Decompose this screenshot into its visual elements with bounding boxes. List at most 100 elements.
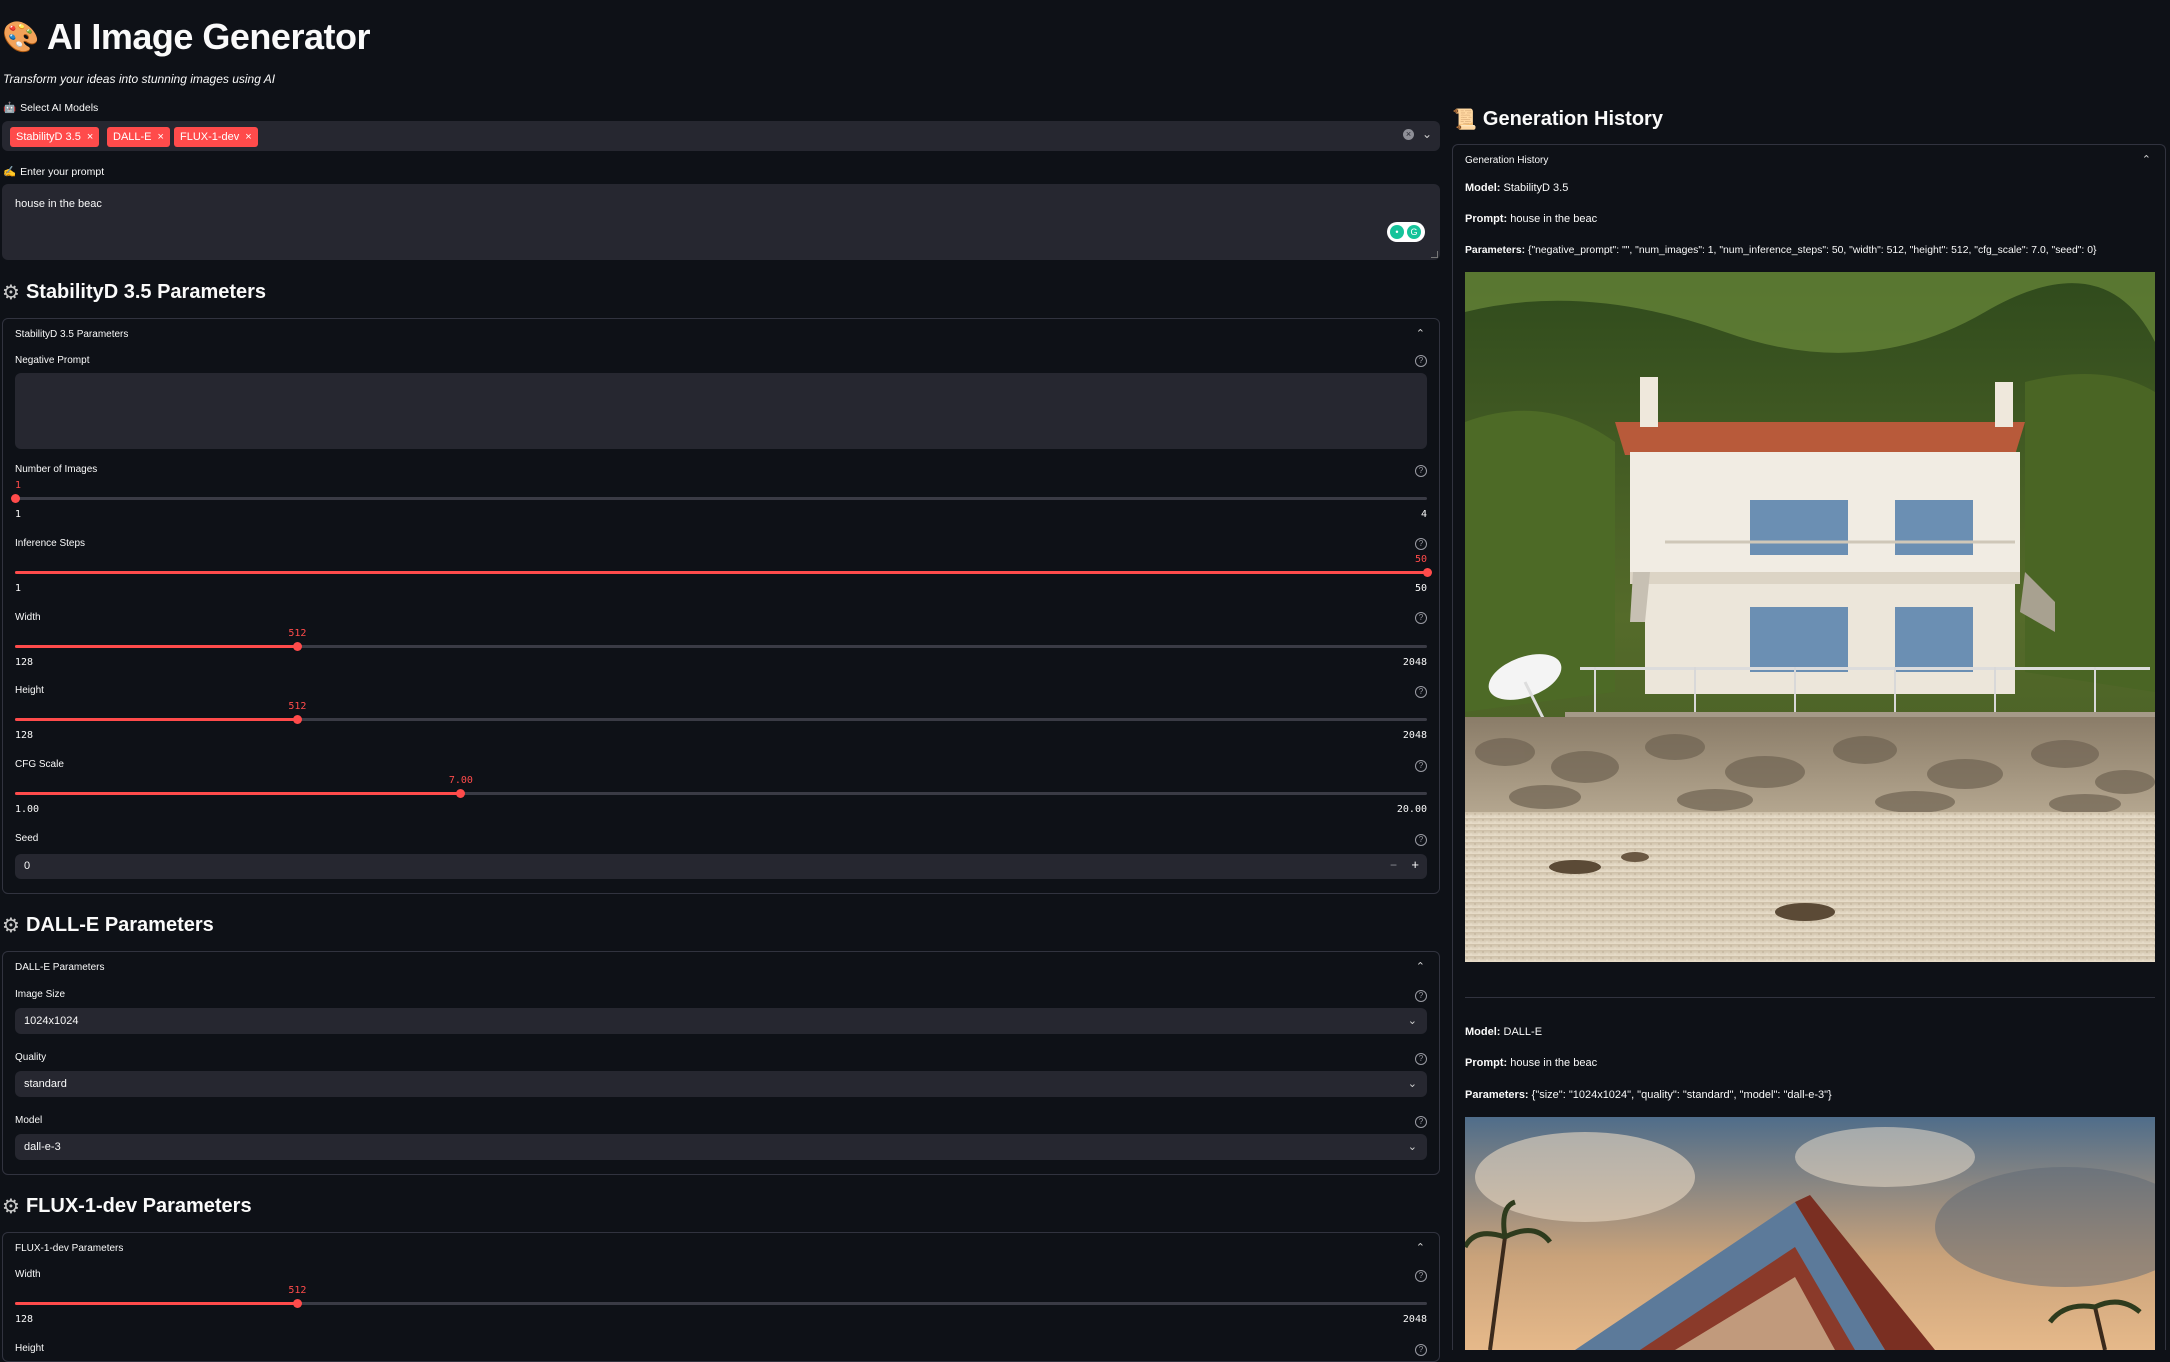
help-icon[interactable]: ? xyxy=(1415,834,1427,846)
expander-title[interactable]: FLUX-1-dev Parameters xyxy=(15,1243,123,1254)
history-entry-model: Model: DALL-E xyxy=(1465,1026,1542,1038)
prompt-label-text: Enter your prompt xyxy=(20,166,105,178)
expander-title[interactable]: StabilityD 3.5 Parameters xyxy=(15,329,128,340)
grammarly-widget[interactable]: • G xyxy=(1387,222,1425,242)
chevron-down-icon: ⌄ xyxy=(1407,1015,1417,1027)
clear-all-icon[interactable]: × xyxy=(1403,129,1414,140)
quality-select[interactable]: standard ⌄ xyxy=(15,1071,1427,1097)
select-value: 1024x1024 xyxy=(24,1015,79,1027)
dalle-heading-text: DALL-E Parameters xyxy=(25,913,214,936)
help-icon[interactable]: ? xyxy=(1415,1116,1427,1128)
chevron-up-icon[interactable]: ⌃ xyxy=(1416,960,1425,973)
slider-thumb[interactable] xyxy=(292,1299,302,1308)
params-key: Parameters: xyxy=(1465,1089,1529,1101)
slider-thumb[interactable] xyxy=(456,789,466,798)
models-label: 🤖 Select AI Models xyxy=(3,101,98,114)
image-size-label: Image Size xyxy=(15,989,66,1000)
grammarly-icon[interactable]: • xyxy=(1390,225,1404,239)
increment-button[interactable]: + xyxy=(1411,857,1419,872)
image-size-select[interactable]: 1024x1024 ⌄ xyxy=(15,1008,1427,1034)
history-heading-text: Generation History xyxy=(1482,107,1663,130)
gear-icon: ⚙ xyxy=(2,1195,20,1218)
slider-fill xyxy=(15,571,1427,574)
chevron-down-icon: ⌄ xyxy=(1407,1078,1417,1090)
model-chip-flux[interactable]: FLUX-1-dev × xyxy=(174,127,258,147)
help-icon[interactable]: ? xyxy=(1415,355,1427,367)
width-slider[interactable]: 512 128 2048 xyxy=(15,628,1427,672)
slider-thumb[interactable] xyxy=(10,494,20,503)
seed-input[interactable]: 0 − + xyxy=(15,854,1427,879)
history-entry-params: Parameters: {"negative_prompt": "", "num… xyxy=(1465,245,2096,256)
select-value: dall-e-3 xyxy=(24,1141,61,1153)
history-heading: 📜 Generation History xyxy=(1452,104,1663,134)
help-icon[interactable]: ? xyxy=(1415,760,1427,772)
height-slider[interactable]: 512 128 2048 xyxy=(15,701,1427,745)
model-value: DALL-E xyxy=(1503,1026,1543,1038)
prompt-value: house in the beac xyxy=(1510,1057,1598,1069)
slider-thumb[interactable] xyxy=(1422,568,1432,577)
model-chip-dalle[interactable]: DALL-E × xyxy=(107,127,170,147)
remove-chip-icon[interactable]: × xyxy=(87,131,93,143)
help-icon[interactable]: ? xyxy=(1415,686,1427,698)
expander-title[interactable]: DALL-E Parameters xyxy=(15,962,104,973)
model-value: StabilityD 3.5 xyxy=(1503,182,1569,194)
model-key: Model: xyxy=(1465,1026,1501,1038)
chevron-down-icon: ⌄ xyxy=(1407,1141,1417,1153)
flux-heading: ⚙ FLUX-1-dev Parameters xyxy=(2,1191,252,1221)
flux-width-label: Width xyxy=(15,1269,41,1280)
help-icon[interactable]: ? xyxy=(1415,1270,1427,1282)
help-icon[interactable]: ? xyxy=(1415,1053,1427,1065)
cfg-scale-slider[interactable]: 7.00 1.00 20.00 xyxy=(15,775,1427,819)
params-value: {"negative_prompt": "", "num_images": 1,… xyxy=(1527,245,2097,256)
robot-icon: 🤖 xyxy=(3,102,17,114)
model-key: Model: xyxy=(1465,182,1501,194)
help-icon[interactable]: ? xyxy=(1415,612,1427,624)
help-icon[interactable]: ? xyxy=(1415,538,1427,550)
slider-value: 512 xyxy=(288,628,307,639)
slider-min: 1.00 xyxy=(15,804,40,815)
chevron-down-icon[interactable]: ⌄ xyxy=(1422,127,1432,141)
slider-min: 1 xyxy=(15,583,22,594)
num-images-slider[interactable]: 1 1 4 xyxy=(10,480,1427,524)
height-label: Height xyxy=(15,685,44,696)
slider-max: 50 xyxy=(1414,583,1427,594)
palette-icon: 🎨 xyxy=(2,20,39,54)
page-subtitle: Transform your ideas into stunning image… xyxy=(3,72,276,86)
flux-width-slider[interactable]: 512 128 2048 xyxy=(15,1285,1427,1329)
seed-value: 0 xyxy=(24,860,31,872)
help-icon[interactable]: ? xyxy=(1415,990,1427,1002)
stability-expander: StabilityD 3.5 Parameters ⌃ Negative Pro… xyxy=(2,318,1440,894)
history-entry-prompt: Prompt: house in the beac xyxy=(1465,1057,1597,1069)
remove-chip-icon[interactable]: × xyxy=(158,131,164,143)
resize-handle-icon[interactable] xyxy=(1431,251,1438,258)
dalle-model-select[interactable]: dall-e-3 ⌄ xyxy=(15,1134,1427,1160)
num-images-label: Number of Images xyxy=(15,464,98,475)
cfg-scale-label: CFG Scale xyxy=(15,759,64,770)
page-title: 🎨 AI Image Generator xyxy=(2,12,370,62)
slider-min: 128 xyxy=(15,657,34,668)
slider-max: 4 xyxy=(1420,509,1427,520)
negative-prompt-label: Negative Prompt xyxy=(15,355,90,366)
remove-chip-icon[interactable]: × xyxy=(245,131,251,143)
model-multiselect[interactable]: StabilityD 3.5 × DALL-E × FLUX-1-dev × × ⌄ xyxy=(2,121,1440,151)
negative-prompt-textarea[interactable] xyxy=(15,373,1427,449)
slider-thumb[interactable] xyxy=(292,642,302,651)
slider-thumb[interactable] xyxy=(292,715,302,724)
decrement-button[interactable]: − xyxy=(1390,858,1397,872)
help-icon[interactable]: ? xyxy=(1415,1344,1427,1356)
expander-title[interactable]: Generation History xyxy=(1465,155,1548,166)
help-icon[interactable]: ? xyxy=(1415,465,1427,477)
models-label-text: Select AI Models xyxy=(20,102,99,114)
chevron-up-icon[interactable]: ⌃ xyxy=(1416,1241,1425,1254)
prompt-textarea[interactable]: house in the beac • G xyxy=(2,184,1440,260)
chevron-up-icon[interactable]: ⌃ xyxy=(1416,327,1425,340)
model-chip-stability[interactable]: StabilityD 3.5 × xyxy=(10,127,100,147)
dalle-expander: DALL-E Parameters ⌃ Image Size ? 1024x10… xyxy=(2,951,1440,1175)
slider-max: 2048 xyxy=(1402,1314,1427,1325)
inference-steps-slider[interactable]: 50 1 50 xyxy=(15,554,1432,598)
chevron-up-icon[interactable]: ⌃ xyxy=(2142,153,2151,166)
slider-value: 7.00 xyxy=(448,775,473,786)
grammarly-g-icon[interactable]: G xyxy=(1407,225,1421,239)
select-value: standard xyxy=(24,1078,67,1090)
slider-value: 50 xyxy=(1414,554,1427,565)
